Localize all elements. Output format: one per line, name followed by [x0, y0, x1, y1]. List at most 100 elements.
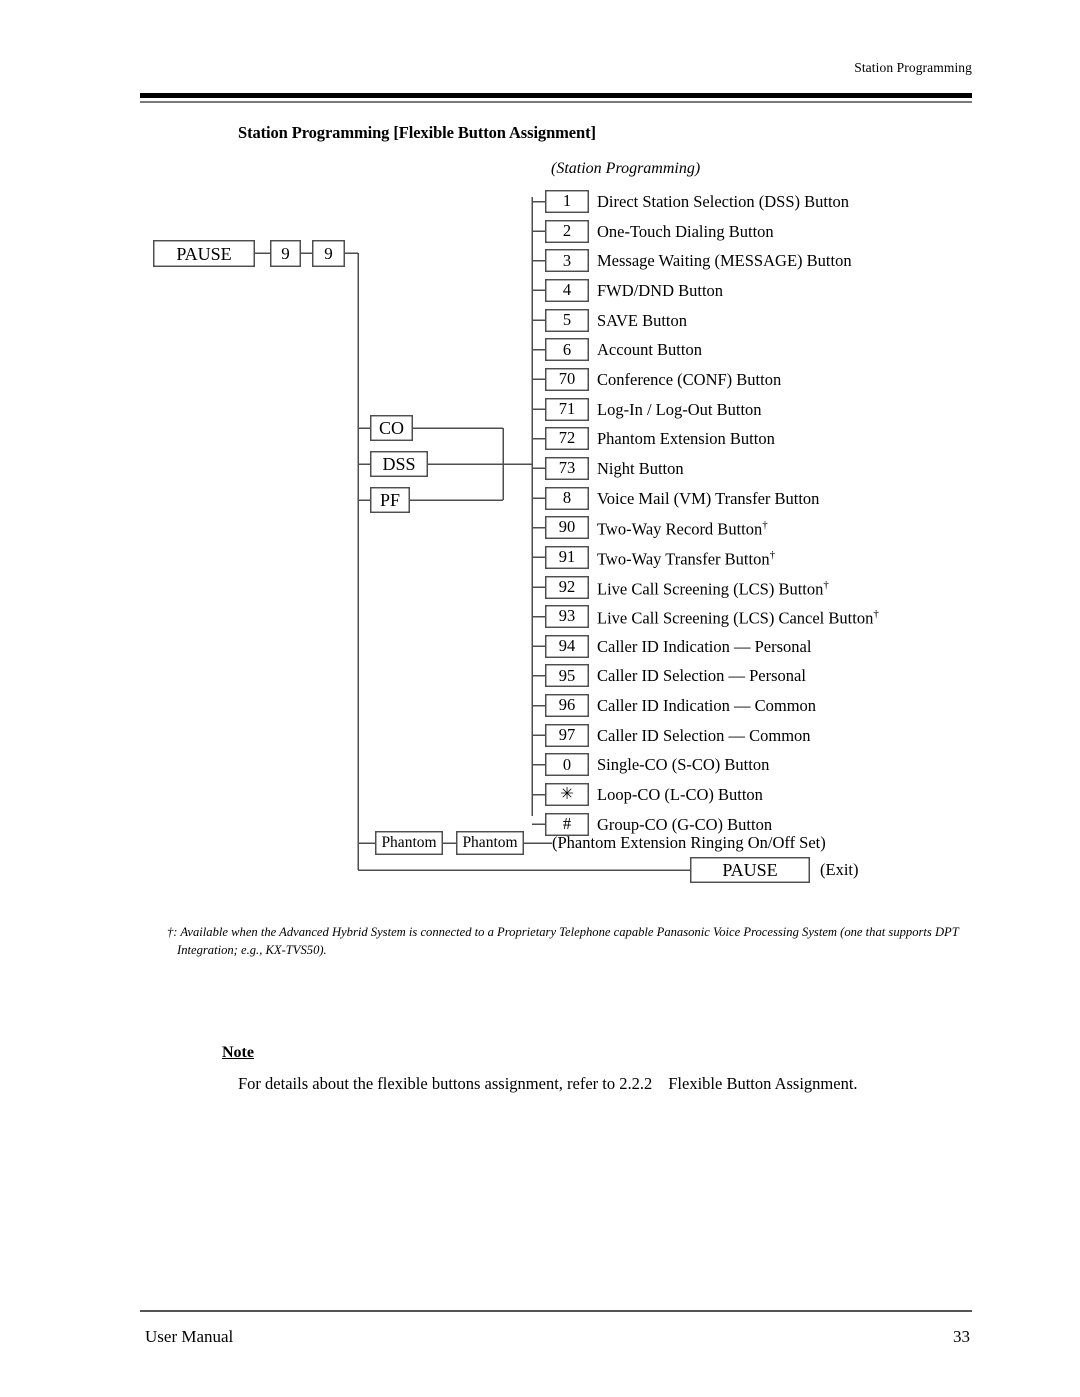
code-box-93[interactable]: 93: [545, 605, 589, 629]
code-box-3[interactable]: 3: [545, 249, 589, 273]
digit-box-2-label: 9: [324, 244, 333, 263]
code-description-text: SAVE Button: [597, 310, 688, 330]
code-description: FWD/DND Button: [597, 280, 724, 300]
code-description-text: Direct Station Selection (DSS) Button: [597, 192, 850, 211]
pf-box[interactable]: PF: [370, 487, 410, 513]
code-box-label: 90: [558, 517, 576, 537]
code-description-text: Live Call Screening (LCS) Button: [597, 579, 824, 598]
code-box-70[interactable]: 70: [545, 367, 589, 391]
note-body-part-1: For details about the flexible buttons a…: [238, 1074, 653, 1093]
code-description: Message Waiting (MESSAGE) Button: [597, 253, 852, 270]
code-box-label: 2: [562, 220, 572, 240]
code-box-0[interactable]: 0: [545, 753, 589, 777]
exit-pause-label: PAUSE: [722, 860, 778, 880]
footnote: †: Available when the Advanced Hybrid Sy…: [167, 925, 959, 958]
code-box-label: #: [562, 813, 572, 833]
code-description: Two-Way Transfer Button†: [597, 548, 776, 568]
code-description: Account Button: [597, 342, 702, 359]
code-box-label: 70: [558, 369, 576, 389]
code-box-4[interactable]: 4: [545, 278, 589, 302]
code-description-text: Account Button: [597, 340, 702, 360]
code-description: Voice Mail (VM) Transfer Button: [597, 488, 820, 508]
phantom-box-2[interactable]: Phantom: [456, 831, 524, 855]
digit-box-1[interactable]: 9: [270, 240, 301, 267]
code-box-label: 71: [558, 398, 576, 418]
code-description-text: Conference (CONF) Button: [597, 369, 782, 389]
code-box-97[interactable]: 97: [545, 723, 589, 747]
code-box-8[interactable]: 8: [545, 486, 589, 510]
code-box-label: 95: [558, 665, 576, 685]
note-heading: Note: [222, 1044, 254, 1061]
code-description-text: Voice Mail (VM) Transfer Button: [597, 488, 820, 508]
code-description: Log-In / Log-Out Button: [597, 399, 762, 419]
code-description: Caller ID Selection — Common: [597, 725, 811, 745]
footer-rule: [140, 1310, 972, 1312]
code-description-text: Loop-CO (L-CO) Button: [597, 785, 763, 804]
code-description: Night Button: [597, 458, 684, 478]
note-body: For details about the flexible buttons a…: [238, 1073, 998, 1095]
code-box-6[interactable]: 6: [545, 338, 589, 362]
dss-box[interactable]: DSS: [370, 451, 428, 477]
note-body-part-2: Flexible Button Assignment.: [668, 1074, 858, 1093]
code-box-96[interactable]: 96: [545, 694, 589, 717]
co-box-label: CO: [378, 418, 404, 438]
code-box-label: 3: [562, 250, 572, 270]
dagger-icon: †: [823, 578, 829, 591]
code-description: Live Call Screening (LCS) Button†: [597, 578, 829, 598]
code-description: Single-CO (S-CO) Button: [597, 757, 769, 774]
phantom-box-2-label: Phantom: [462, 834, 518, 852]
code-box-73[interactable]: 73: [545, 456, 589, 480]
dagger-icon: †: [769, 548, 776, 561]
phantom-box-1[interactable]: Phantom: [375, 831, 443, 855]
code-box-72[interactable]: 72: [545, 427, 589, 451]
co-box[interactable]: CO: [370, 415, 413, 441]
phantom-row-label: (Phantom Extension Ringing On/Off Set): [552, 833, 826, 852]
code-description-text: Caller ID Indication — Common: [597, 696, 817, 715]
code-box-label: 94: [558, 636, 576, 656]
code-box-label: 1: [562, 191, 572, 211]
code-box-91[interactable]: 91: [545, 545, 589, 569]
pause-entry-box[interactable]: PAUSE: [153, 240, 255, 267]
code-box-label: 97: [558, 724, 576, 744]
code-description-text: FWD/DND Button: [597, 280, 724, 300]
digit-box-2[interactable]: 9: [312, 240, 345, 267]
dagger-icon: †: [873, 608, 879, 621]
code-description-text: Log-In / Log-Out Button: [597, 399, 762, 419]
code-box-label: 5: [562, 309, 572, 329]
code-box-90[interactable]: 90: [545, 516, 589, 540]
exit-row-label: (Exit): [820, 860, 859, 879]
code-box-95[interactable]: 95: [545, 664, 589, 688]
code-description-text: Caller ID Selection — Common: [597, 725, 811, 745]
dagger-icon: †: [762, 519, 768, 532]
digit-box-1-label: 9: [281, 244, 290, 263]
code-box-label: 93: [558, 606, 576, 626]
flexible-button-assignment-diagram: [255, 197, 690, 871]
code-description: Loop-CO (L-CO) Button: [597, 785, 763, 804]
code-box-label: 8: [562, 487, 572, 507]
code-box-94[interactable]: 94: [545, 634, 589, 658]
code-box-✳[interactable]: ✳: [545, 783, 589, 806]
exit-pause-box[interactable]: PAUSE: [690, 857, 810, 883]
code-box-label: 92: [558, 576, 576, 596]
pause-entry-label: PAUSE: [176, 243, 232, 264]
code-box-2[interactable]: 2: [545, 219, 589, 243]
code-box-label: 4: [562, 280, 572, 300]
code-description: Caller ID Indication — Common: [597, 696, 817, 715]
code-description: Conference (CONF) Button: [597, 369, 782, 389]
code-description-text: Caller ID Selection — Personal: [597, 666, 806, 686]
code-box-label: 91: [558, 547, 576, 567]
code-description-text: Message Waiting (MESSAGE) Button: [597, 251, 852, 271]
code-box-92[interactable]: 92: [545, 575, 589, 599]
code-description-text: Night Button: [597, 458, 684, 478]
code-description-text: Phantom Extension Button: [597, 429, 775, 449]
code-description: Two-Way Record Button†: [597, 520, 768, 538]
code-description: Caller ID Selection — Personal: [597, 668, 806, 685]
code-box-71[interactable]: 71: [545, 397, 589, 421]
code-description: Phantom Extension Button: [597, 429, 775, 449]
code-box-5[interactable]: 5: [545, 308, 589, 332]
code-description-text: Two-Way Record Button: [597, 519, 763, 539]
code-description-text: Single-CO (S-CO) Button: [597, 755, 770, 775]
footer-page-number: 33: [953, 1327, 970, 1346]
code-box-1[interactable]: 1: [545, 190, 589, 213]
code-box-label: 73: [558, 458, 576, 478]
